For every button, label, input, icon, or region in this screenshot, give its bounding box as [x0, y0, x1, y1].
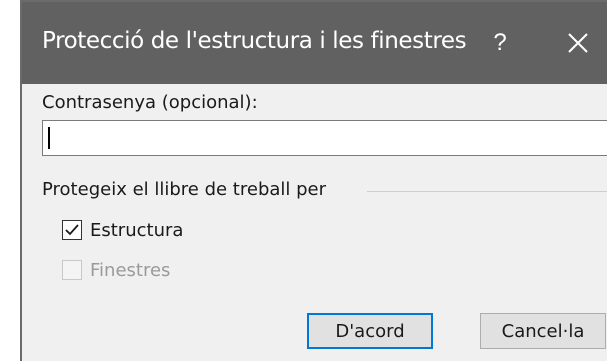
ok-button[interactable]: D'acord: [307, 313, 433, 349]
password-input[interactable]: [42, 120, 607, 156]
close-button[interactable]: [559, 18, 607, 68]
protect-group-label: Protegeix el llibre de treball per: [42, 179, 335, 200]
dialog-body: Contrasenya (opcional): Protegeix el lli…: [22, 84, 607, 361]
password-label: Contrasenya (opcional):: [42, 92, 258, 113]
dialog-titlebar: Protecció de l'estructura i les finestre…: [22, 2, 607, 84]
windows-checkbox-label: Finestres: [90, 259, 171, 281]
cancel-button[interactable]: Cancel·la: [480, 313, 606, 349]
text-caret: [48, 127, 50, 149]
group-divider: [367, 191, 607, 192]
windows-checkbox-box: [62, 260, 82, 280]
dialog-title: Protecció de l'estructura i les finestre…: [42, 28, 467, 54]
structure-checkbox[interactable]: Estructura: [62, 217, 183, 243]
windows-checkbox: Finestres: [62, 257, 170, 283]
structure-checkbox-label: Estructura: [90, 219, 184, 241]
protect-workbook-dialog: Protecció de l'estructura i les finestre…: [20, 0, 607, 361]
structure-checkbox-box[interactable]: [62, 220, 82, 240]
checkmark-icon: [65, 224, 79, 236]
help-button[interactable]: ?: [480, 18, 520, 68]
close-icon: [568, 33, 588, 53]
